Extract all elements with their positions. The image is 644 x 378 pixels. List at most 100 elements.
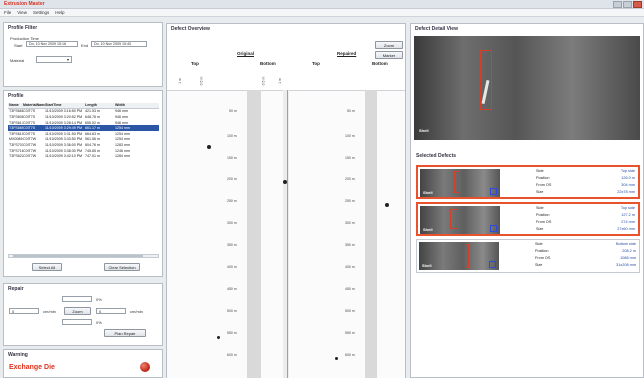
defect-mark [454,171,460,193]
menu-file[interactable]: File [4,10,11,15]
side-label: Side [535,242,543,246]
tick-original: 200 m [227,177,237,181]
side-label: Side [536,169,544,173]
material-select[interactable]: ▾ [36,56,72,63]
close-button[interactable] [633,1,642,8]
position-label: Position [536,213,550,217]
tick-repaired: 400 m [345,265,355,269]
defect-card[interactable]: Shell Side Position From OS Size Top sid… [416,165,640,199]
detail-title: Defect Detail View [415,26,458,32]
repair-pct-bottom: 0% [96,320,102,325]
defect-card[interactable]: Shell Side Position From OS Size Top sid… [416,202,640,236]
end-time-field[interactable]: Do, 10 Nov 2009 15:40 [91,41,147,47]
repair-left-value[interactable]: 0 [9,308,39,314]
defect-overview-panel: Defect Overview Zoom Marker Original Rep… [166,23,406,378]
tick-original: 250 m [227,199,237,203]
thumbnail-label: Shell [422,263,432,268]
menu-help[interactable]: Help [55,10,64,15]
menu-bar: File View Settings Help [0,9,644,17]
tick-repaired: 300 m [345,221,355,225]
defect-detail-image[interactable]: Shell [414,36,640,140]
menu-settings[interactable]: Settings [33,10,49,15]
clear-selection-button[interactable]: Clear Selection [104,263,140,271]
table-row[interactable]: T3FS622 C0IT7W 11/10/2009 3:42:10 PM 747.51… [8,153,159,159]
profile-table: Name MaterialName StartTime Length Width… [8,103,159,159]
original-center-strip [247,90,261,378]
selected-defects-title: Selected Defects [416,153,457,159]
maximize-button[interactable] [623,1,632,8]
tick-original: 50 m [229,109,237,113]
col-start[interactable]: StartTime [45,103,85,107]
tick-repaired: 250 m [345,199,355,203]
defect-card[interactable]: Shell Side Position From OS Size Bottom … [416,239,640,273]
tick-original: 150 m [227,156,237,160]
repair-left-unit: cm/min [43,309,56,314]
plan-repair-button[interactable]: Plan Repair [104,329,146,337]
start-label: Start [14,43,23,48]
defect-marker[interactable] [283,180,287,184]
select-square-icon[interactable] [490,188,497,195]
tick-repaired: 550 m [345,331,355,335]
warning-message: Exchange Die [9,364,55,371]
tick-original: 450 m [227,287,237,291]
table-horizontal-scrollbar[interactable] [8,254,159,258]
position-label: Position [536,176,550,180]
repair-right-value[interactable]: 0 [96,308,126,314]
tick-original: 300 m [227,221,237,225]
repair-bottom-field[interactable] [62,319,92,325]
from-os-value: 1088 mm [620,256,636,260]
start-time-field[interactable]: Do, 10 Nov 2009 15:16 [26,41,78,47]
size-label: Size [536,190,544,194]
col-length[interactable]: Length [85,103,115,107]
tick-repaired: 150 m [345,156,355,160]
defect-thumbnail: Shell [420,206,500,234]
profile-filter-title: Profile Filter [8,25,38,31]
scrollbar-thumb[interactable] [13,255,143,257]
overview-marker-button[interactable]: Marker [375,51,403,59]
minimize-button[interactable] [613,1,622,8]
select-square-icon[interactable] [490,225,497,232]
defect-marker[interactable] [385,203,389,207]
repaired-bottom-label: Bottom [372,61,388,66]
side-label: Side [536,206,544,210]
warning-panel: Warning Exchange Die [3,349,163,378]
warning-title: Warning [8,352,28,358]
end-label: End [81,43,89,48]
defect-marker[interactable] [335,357,338,360]
title-bar: Extrusion Master [0,0,644,9]
select-all-button[interactable]: Select All [32,263,62,271]
tick-original: 350 m [227,243,237,247]
repair-top-field[interactable] [62,296,92,302]
repair-title: Repair [8,286,24,292]
axis-label-left: 1 m [177,78,182,84]
select-square-icon[interactable] [489,261,496,268]
group-repaired-label: Repaired [337,51,357,56]
profile-title: Profile [8,93,24,99]
col-name[interactable]: Name [8,103,23,107]
zoom-button[interactable]: Zoom [64,307,91,315]
axis-label-left-mid: 0.5 m [199,76,204,86]
from-os-value: 304 mm [621,183,635,187]
defect-marker[interactable] [207,145,211,149]
window-title: Extrusion Master [4,1,45,7]
thumbnail-label: Shell [423,190,433,195]
group-divider-line [287,90,288,378]
axis-label-right: 1 m [277,78,282,84]
overview-zoom-button[interactable]: Zoom [375,41,403,49]
from-os-label: From OS [535,256,551,260]
size-label: Size [535,263,543,267]
profile-filter-panel: Profile Filter Production Time Start Do,… [3,22,163,87]
side-value: Top side [620,206,635,210]
side-value: Top side [620,169,635,173]
thumbnail-label: Shell [423,227,433,232]
chevron-down-icon: ▾ [66,57,69,62]
group-divider-strip [283,90,289,378]
from-os-value: 274 mm [621,220,635,224]
menu-view[interactable]: View [17,10,27,15]
defect-thumbnail: Shell [420,169,500,197]
col-material[interactable]: MaterialName [23,103,45,107]
col-width[interactable]: Width [115,103,135,107]
defect-marker[interactable] [217,336,220,339]
size-value: 22x78 mm [617,190,635,194]
axis-label-right-mid: 0.5 m [261,76,266,86]
